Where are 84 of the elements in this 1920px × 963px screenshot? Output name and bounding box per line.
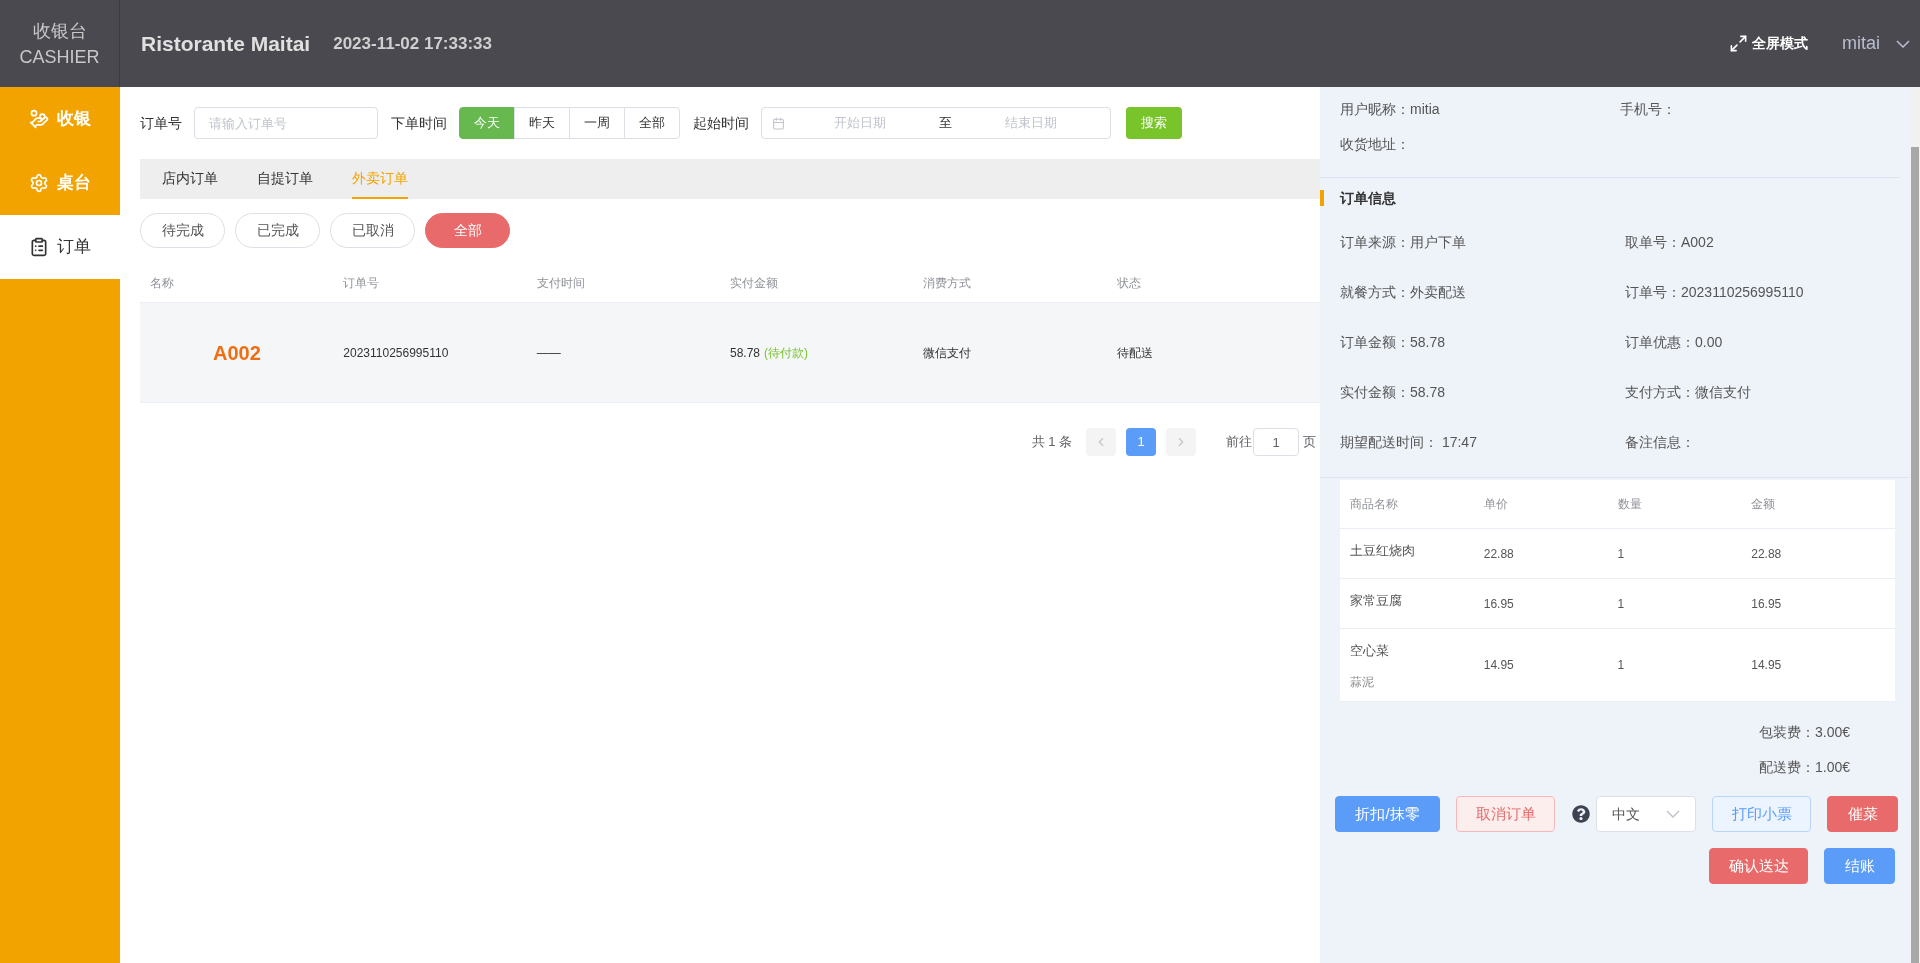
column-header: 状态	[1116, 274, 1142, 292]
column-header: 单价	[1483, 496, 1509, 513]
table-cell-text: 16.95	[1483, 595, 1515, 613]
section-title: 订单信息	[1340, 188, 1396, 208]
restaurant-name: Ristorante Maitai	[141, 30, 311, 57]
table-cell-text: ——	[536, 344, 562, 362]
order-info: 就餐方式：外卖配送	[1340, 284, 1467, 301]
section-marker	[1320, 190, 1324, 206]
page-suffix: 页	[1303, 433, 1316, 452]
table-cell-text: 1	[1617, 545, 1626, 563]
time-option[interactable]: 全部	[624, 107, 680, 139]
range-separator: 至	[939, 114, 952, 133]
column-header: 金额	[1751, 496, 1777, 513]
prev-page-button[interactable]	[1086, 428, 1116, 456]
fee-line: 配送费：1.00€	[1758, 758, 1850, 777]
table-cell-text: 16.95	[1751, 595, 1783, 613]
table-cell-text: 22.88	[1483, 545, 1515, 563]
order-info: 订单金额：58.78	[1340, 334, 1447, 351]
fullscreen-button[interactable]: 全屏模式	[1729, 33, 1808, 54]
scrollbar-thumb[interactable]	[1911, 147, 1919, 963]
order-info: 实付金额：58.78	[1340, 384, 1447, 401]
order-info: 期望配送时间： 17:47	[1340, 434, 1478, 451]
calendar-icon	[772, 116, 785, 130]
hand-coin-icon	[29, 109, 49, 129]
clipboard-icon	[29, 237, 49, 257]
dish-note: 蒜泥	[1350, 673, 1375, 691]
end-date-placeholder: 结束日期	[1004, 114, 1058, 133]
order-info: 支付方式：微信支付	[1625, 384, 1752, 401]
tab[interactable]: 自提订单	[257, 159, 313, 199]
table-cell-text: 2023110256995110	[343, 344, 450, 362]
total-count: 共 1 条	[1031, 433, 1072, 452]
fee-line: 包装费：3.00€	[1758, 723, 1850, 742]
order-info: 取单号：A002	[1625, 234, 1715, 251]
column-header: 订单号	[343, 274, 381, 292]
chevron-down-icon	[1896, 39, 1910, 48]
page-input[interactable]: 1	[1253, 428, 1299, 456]
order-no-field[interactable]: 请输入订单号	[194, 107, 378, 139]
time-option[interactable]: 一周	[569, 107, 625, 139]
column-header: 名称	[150, 274, 175, 292]
start-date-placeholder: 开始日期	[833, 114, 887, 133]
customer-info: 手机号：	[1620, 100, 1677, 119]
column-header: 实付金额	[730, 274, 779, 292]
payment-note: (待付款)	[764, 344, 808, 362]
order-info: 备注信息：	[1625, 434, 1696, 451]
next-page-button[interactable]	[1166, 428, 1196, 456]
customer-info: 用户昵称：mitia	[1340, 100, 1441, 119]
language-select[interactable]: 中文	[1596, 796, 1696, 832]
sidebar-item[interactable]: 订单	[0, 215, 120, 279]
order-no-label: 订单号	[140, 113, 182, 133]
order-info: 订单优惠：0.00	[1625, 334, 1724, 351]
time-label: 下单时间	[391, 113, 447, 133]
time-option[interactable]: 昨天	[514, 107, 570, 139]
customer-info: 收货地址：	[1340, 135, 1411, 154]
table-cell-text: 58.78	[730, 344, 760, 362]
goto-label: 前往	[1226, 433, 1252, 452]
chevron-down-icon	[1666, 810, 1680, 818]
pickup-number: A002	[212, 340, 262, 366]
order-info: 订单来源：用户下单	[1340, 234, 1467, 251]
range-label: 起始时间	[693, 113, 749, 133]
dish-name: 空心菜	[1350, 642, 1390, 660]
table-cell-text: 22.88	[1751, 545, 1783, 563]
table-cell-text: 1	[1617, 595, 1626, 613]
date-time: 2023-11-02 17:33:33	[333, 32, 492, 55]
table-cell-text: 14.95	[1751, 657, 1783, 674]
brand-title: 收银台	[32, 19, 87, 43]
table-cell-text: 1	[1617, 657, 1626, 674]
table-cell-text: 微信支付	[923, 344, 973, 362]
tab[interactable]: 店内订单	[162, 159, 218, 199]
gear-icon	[29, 173, 49, 193]
table-cell-text: 待配送	[1116, 344, 1154, 362]
dish-name: 土豆红烧肉	[1350, 542, 1416, 560]
dish-name: 家常豆腐	[1350, 592, 1403, 610]
column-header: 商品名称	[1350, 496, 1399, 513]
column-header: 支付时间	[536, 274, 586, 292]
user-menu[interactable]: mitai	[1842, 30, 1910, 57]
column-header: 消费方式	[923, 274, 973, 292]
order-info: 订单号：2023110256995110	[1625, 284, 1805, 301]
help-icon[interactable]	[1572, 805, 1590, 823]
order-row[interactable]: A002 2023110256995110 —— 58.78 (待付款) 微信支付 待配送	[140, 303, 1320, 403]
brand-subtitle: CASHIER	[19, 45, 100, 69]
column-header: 数量	[1617, 496, 1643, 513]
fullscreen-icon	[1729, 34, 1748, 53]
date-range-field[interactable]: 开始日期 至 结束日期	[761, 107, 1111, 139]
table-cell-text: 14.95	[1483, 657, 1515, 674]
